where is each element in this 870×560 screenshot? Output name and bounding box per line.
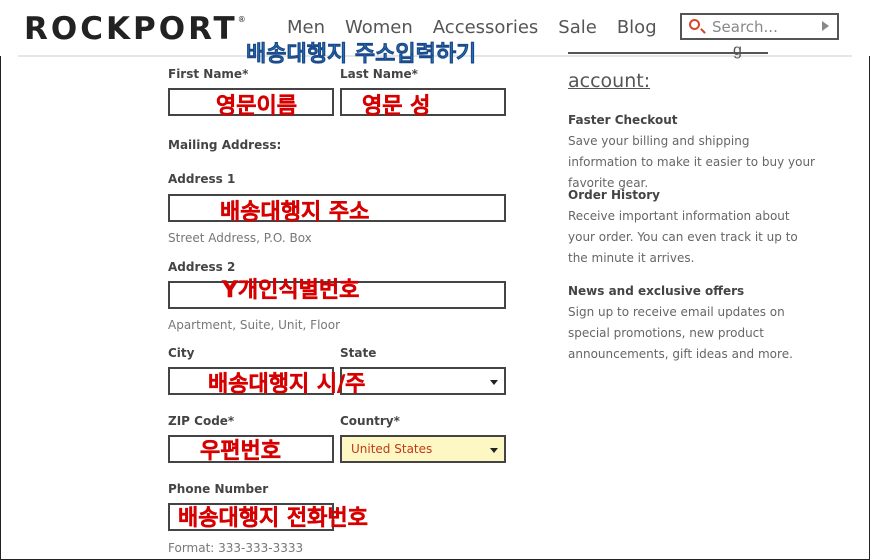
phone-label: Phone Number <box>168 482 269 496</box>
nav-accessories[interactable]: Accessories <box>433 17 539 38</box>
first-name-label: First Name* <box>168 67 249 81</box>
address2-hint: Apartment, Suite, Unit, Floor <box>168 318 341 332</box>
annotation-zip: 우편번호 <box>200 439 281 464</box>
annotation-address2: Y개인식별번호 <box>222 278 360 303</box>
registered-mark: ® <box>237 14 246 24</box>
country-label: Country* <box>340 414 400 428</box>
annotation-enter-address: 배송대행지 주소입력하기 <box>246 42 477 68</box>
last-name-label: Last Name* <box>340 67 418 81</box>
sidebar-text-history: Receive important information about your… <box>568 209 798 265</box>
annotation-last-name: 영문 성 <box>362 94 431 119</box>
city-label: City <box>168 346 195 360</box>
annotation-phone: 배송대행지 전화번호 <box>178 506 368 531</box>
search-submit-icon[interactable] <box>822 21 829 31</box>
search-input[interactable] <box>712 17 812 37</box>
search-icon <box>689 19 700 30</box>
sidebar-heading-offers: News and exclusive offers <box>568 284 745 298</box>
annotation-city-state: 배송대행지 시/주 <box>208 372 366 397</box>
phone-hint: Format: 333-333-3333 <box>168 541 304 555</box>
annotation-address1: 배송대행지 주소 <box>220 200 370 225</box>
zip-label: ZIP Code* <box>168 414 235 428</box>
country-selected-value: United States <box>351 442 433 456</box>
search-box[interactable] <box>680 13 839 40</box>
nav-men[interactable]: Men <box>287 17 325 38</box>
rockport-logo[interactable]: ROCKPORT® <box>24 11 246 47</box>
chevron-down-icon <box>490 448 498 453</box>
nav-women[interactable]: Women <box>345 17 413 38</box>
main-nav: Men Women Accessories Sale Blog <box>287 17 677 38</box>
country-select[interactable]: United States <box>340 435 506 463</box>
annotation-first-name: 영문이름 <box>216 94 297 119</box>
sidebar-strike-line <box>568 52 768 54</box>
sidebar-text-checkout: Save your billing and shipping informati… <box>568 134 815 190</box>
chevron-down-icon <box>490 380 498 385</box>
address1-hint: Street Address, P.O. Box <box>168 231 312 245</box>
sidebar-title: account: <box>568 70 651 92</box>
window-frame <box>0 0 870 560</box>
sidebar-heading-checkout: Faster Checkout <box>568 113 678 127</box>
sidebar-text-offers: Sign up to receive email updates on spec… <box>568 305 793 361</box>
nav-sale[interactable]: Sale <box>558 17 597 38</box>
address1-label: Address 1 <box>168 172 236 186</box>
mailing-address-label: Mailing Address: <box>168 138 282 152</box>
sidebar-partial-heading: g <box>733 42 742 59</box>
nav-blog[interactable]: Blog <box>617 17 657 38</box>
sidebar-heading-history: Order History <box>568 188 660 202</box>
state-label: State <box>340 346 377 360</box>
